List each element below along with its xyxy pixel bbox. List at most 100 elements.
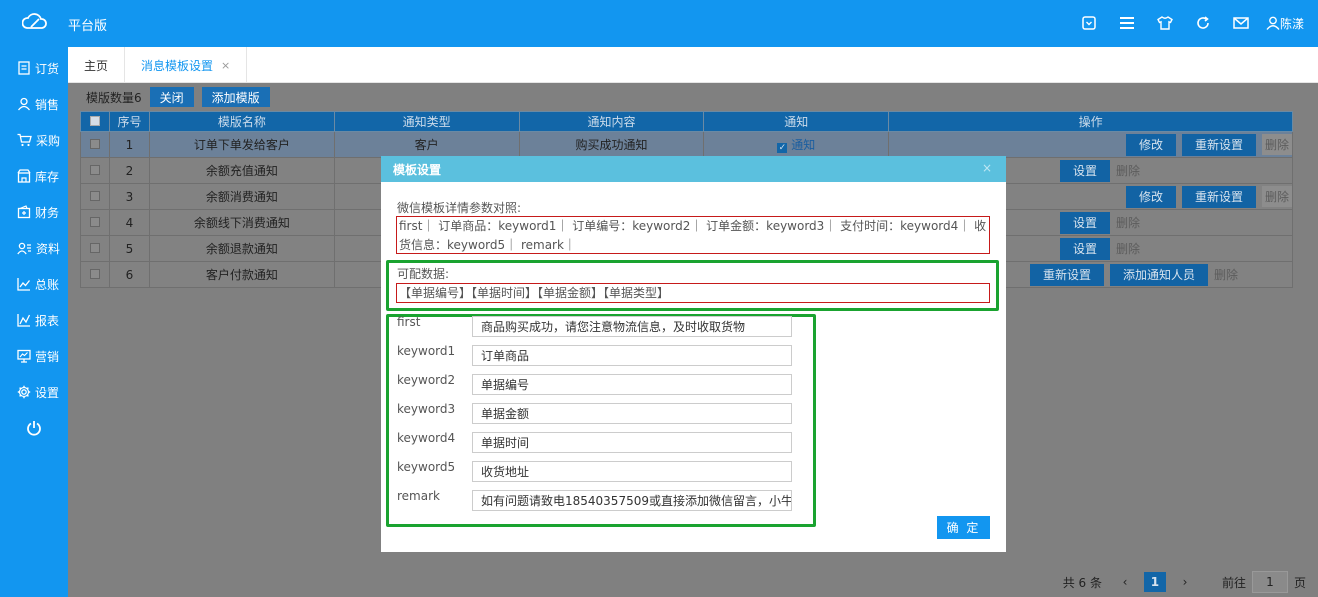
column-header: 通知 bbox=[703, 111, 890, 132]
row-number: 6 bbox=[108, 261, 150, 288]
menu-icon[interactable] bbox=[1118, 14, 1136, 32]
user-icon bbox=[1266, 16, 1280, 30]
check-icon[interactable]: ✓ bbox=[777, 143, 788, 153]
prev-page-icon[interactable]: ‹ bbox=[1114, 572, 1136, 592]
sidebar-item-finance[interactable]: 财务 bbox=[0, 194, 68, 230]
tab-label: 消息模板设置 bbox=[141, 58, 214, 73]
top-icons: 陈漾 bbox=[1060, 14, 1304, 32]
top-bar: 平台版 陈漾 bbox=[0, 0, 1318, 47]
delete-button[interactable]: 删除 bbox=[1116, 240, 1140, 257]
sidebar-item-report[interactable]: 报表 bbox=[0, 302, 68, 338]
row-checkbox[interactable] bbox=[80, 157, 110, 184]
keyword1-input[interactable]: 订单商品 bbox=[472, 345, 792, 366]
add-notify-person-button[interactable]: 添加通知人员 bbox=[1109, 263, 1208, 286]
table-row[interactable]: 1 订单下单发给客户 客户 购买成功通知 ✓ 通知 修改 重新设置 删除 bbox=[80, 131, 1293, 158]
template-name: 订单下单发给客户 bbox=[148, 131, 335, 158]
table-header: 序号 模版名称 通知类型 通知内容 通知 操作 bbox=[80, 111, 1293, 132]
next-page-icon[interactable]: › bbox=[1174, 572, 1196, 592]
report-icon bbox=[17, 314, 31, 327]
params-mapping-box: first｜ 订单商品：keyword1｜ 订单编号：keyword2｜ 订单金… bbox=[396, 216, 990, 254]
keyword4-input[interactable]: 单据时间 bbox=[472, 432, 792, 453]
power-icon bbox=[27, 421, 41, 436]
pagination: 共 6 条 ‹ 1 › 前往 1 页 bbox=[1063, 571, 1306, 593]
sidebar-item-data[interactable]: 资料 bbox=[0, 230, 68, 266]
sidebar-item-inventory[interactable]: 库存 bbox=[0, 158, 68, 194]
reset-button[interactable]: 重新设置 bbox=[1181, 133, 1256, 156]
remark-input[interactable]: 如有问题请致电18540357509或直接添加微信留言，小牛 bbox=[472, 490, 792, 511]
reset-button[interactable]: 重新设置 bbox=[1029, 263, 1104, 286]
row-number: 2 bbox=[108, 157, 150, 184]
delete-button[interactable]: 删除 bbox=[1214, 266, 1238, 283]
dropdown-box-icon[interactable] bbox=[1080, 14, 1098, 32]
sidebar-item-marketing[interactable]: 营销 bbox=[0, 338, 68, 374]
delete-button[interactable]: 删除 bbox=[1261, 186, 1292, 207]
shirt-icon[interactable] bbox=[1156, 14, 1174, 32]
modal-header: 模板设置 × bbox=[381, 156, 1006, 182]
tab-label: 主页 bbox=[84, 58, 109, 73]
sidebar-item-label: 财务 bbox=[35, 205, 60, 220]
goto-page-input[interactable]: 1 bbox=[1251, 571, 1288, 593]
select-all-checkbox[interactable] bbox=[80, 111, 110, 132]
edit-button[interactable]: 修改 bbox=[1125, 133, 1176, 156]
row-checkbox[interactable] bbox=[80, 235, 110, 262]
user-name: 陈漾 bbox=[1279, 16, 1304, 31]
first-input[interactable]: 商品购买成功，请您注意物流信息，及时收取货物 bbox=[472, 316, 792, 337]
sidebar-item-order[interactable]: 订货 bbox=[0, 50, 68, 86]
edit-button[interactable]: 修改 bbox=[1125, 185, 1176, 208]
column-header: 通知类型 bbox=[333, 111, 520, 132]
column-header: 序号 bbox=[108, 111, 150, 132]
refresh-icon[interactable] bbox=[1194, 14, 1212, 32]
gear-icon bbox=[17, 385, 31, 399]
setup-button[interactable]: 设置 bbox=[1059, 237, 1110, 260]
sidebar-item-purchase[interactable]: 采购 bbox=[0, 122, 68, 158]
user-menu[interactable]: 陈漾 bbox=[1266, 15, 1304, 32]
keyword2-input[interactable]: 单据编号 bbox=[472, 374, 792, 395]
row-checkbox[interactable] bbox=[80, 183, 110, 210]
sidebar-item-label: 库存 bbox=[35, 169, 60, 184]
params-mapping-text: first｜ 订单商品：keyword1｜ 订单编号：keyword2｜ 订单金… bbox=[399, 219, 987, 252]
sidebar-item-ledger[interactable]: 总账 bbox=[0, 266, 68, 302]
available-data-text: 【单据编号】【单据时间】【单据金额】【单据类型】 bbox=[399, 286, 670, 300]
sidebar-item-label: 总账 bbox=[35, 277, 60, 292]
delete-button[interactable]: 删除 bbox=[1261, 134, 1292, 155]
row-checkbox[interactable] bbox=[80, 261, 110, 288]
mail-icon[interactable] bbox=[1232, 14, 1250, 32]
row-checkbox[interactable] bbox=[80, 209, 110, 236]
tab-home[interactable]: 主页 bbox=[68, 47, 126, 83]
template-settings-modal: 模板设置 × 微信模板详情参数对照: first｜ 订单商品：keyword1｜… bbox=[381, 156, 1006, 552]
reset-button[interactable]: 重新设置 bbox=[1181, 185, 1256, 208]
setup-button[interactable]: 设置 bbox=[1059, 159, 1110, 182]
column-header: 操作 bbox=[888, 111, 1293, 132]
tab-message-template[interactable]: 消息模板设置 × bbox=[125, 47, 248, 83]
sidebar: 订货 销售 采购 库存 财务 资料 总账 报表 营销 设置 bbox=[0, 47, 68, 597]
sidebar-item-label: 订货 bbox=[35, 61, 60, 76]
sidebar-item-label: 报表 bbox=[35, 313, 60, 328]
notice-label: 通知 bbox=[791, 138, 816, 152]
sidebar-item-settings[interactable]: 设置 bbox=[0, 374, 68, 410]
close-icon[interactable]: × bbox=[982, 161, 992, 175]
template-name: 客户付款通知 bbox=[148, 261, 335, 288]
delete-button[interactable]: 删除 bbox=[1116, 162, 1140, 179]
row-number: 4 bbox=[108, 209, 150, 236]
goto-prefix: 前往 bbox=[1221, 575, 1246, 590]
user-icon bbox=[17, 97, 31, 111]
setup-button[interactable]: 设置 bbox=[1059, 211, 1110, 234]
sidebar-item-label: 采购 bbox=[36, 133, 61, 148]
row-checkbox[interactable] bbox=[80, 131, 110, 158]
add-template-button[interactable]: 添加模版 bbox=[201, 87, 270, 107]
total-count: 共 6 条 bbox=[1062, 575, 1102, 590]
keyword3-input[interactable]: 单据金额 bbox=[472, 403, 792, 424]
column-header: 通知内容 bbox=[518, 111, 705, 132]
field-label: first bbox=[397, 315, 421, 329]
delete-button[interactable]: 删除 bbox=[1116, 214, 1140, 231]
close-button[interactable]: 关闭 bbox=[149, 87, 194, 107]
notice-cell: ✓ 通知 bbox=[703, 131, 890, 158]
confirm-button[interactable]: 确 定 bbox=[937, 516, 990, 539]
power-button[interactable] bbox=[0, 410, 68, 446]
tab-close-icon[interactable]: × bbox=[221, 59, 230, 72]
field-label: keyword5 bbox=[397, 460, 456, 474]
sidebar-item-sales[interactable]: 销售 bbox=[0, 86, 68, 122]
page-number[interactable]: 1 bbox=[1143, 572, 1166, 592]
row-number: 1 bbox=[108, 131, 150, 158]
keyword5-input[interactable]: 收货地址 bbox=[472, 461, 792, 482]
